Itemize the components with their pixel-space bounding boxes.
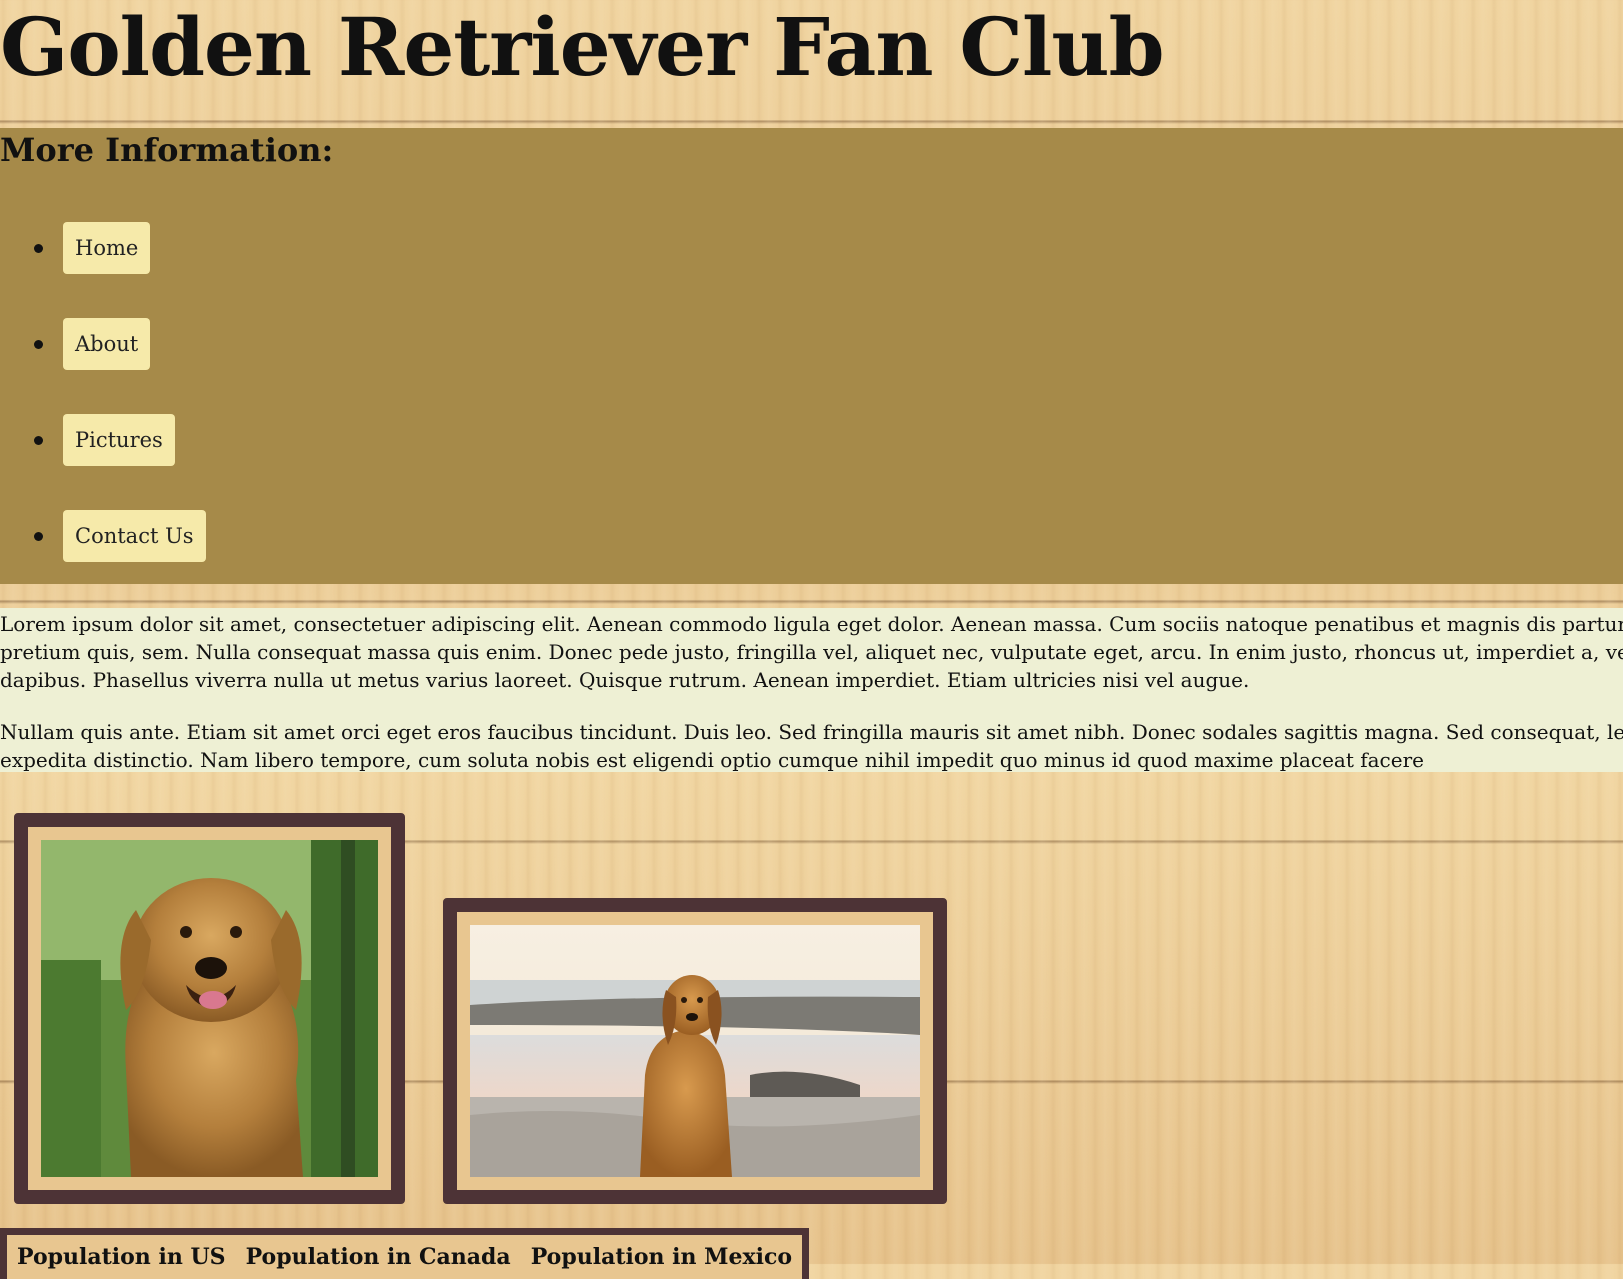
home-button[interactable]: Home: [63, 222, 150, 274]
site-title: Golden Retriever Fan Club: [0, 0, 1164, 102]
intro-paragraph-1-line: pretium quis, sem. Nulla consequat massa…: [0, 638, 1623, 666]
header-population-canada: Population in Canada: [236, 1232, 521, 1279]
bullet-icon: [34, 532, 43, 541]
pictures-button[interactable]: Pictures: [63, 414, 175, 466]
header-population-us: Population in US: [4, 1232, 236, 1279]
population-table: Population in US Population in Canada Po…: [0, 1228, 809, 1279]
header-population-mexico: Population in Mexico: [521, 1232, 806, 1279]
intro-paragraph-2-line: Nullam quis ante. Etiam sit amet orci eg…: [0, 718, 1623, 746]
intro-text: Lorem ipsum dolor sit amet, consectetuer…: [0, 608, 1623, 772]
nav-heading: More Information:: [0, 128, 333, 172]
photo-frame-forest: [14, 813, 405, 1204]
table-header-row: Population in US Population in Canada Po…: [4, 1232, 806, 1279]
about-button[interactable]: About: [63, 318, 150, 370]
golden-retriever-beach-photo: [470, 925, 920, 1177]
golden-retriever-forest-photo: [41, 840, 378, 1177]
intro-paragraph-1-line: dapibus. Phasellus viverra nulla ut metu…: [0, 666, 1249, 694]
bullet-icon: [34, 244, 43, 253]
contact-us-button[interactable]: Contact Us: [63, 510, 206, 562]
intro-paragraph-1-line: Lorem ipsum dolor sit amet, consectetuer…: [0, 610, 1623, 638]
intro-paragraph-2-line: expedita distinctio. Nam libero tempore,…: [0, 746, 1424, 772]
bullet-icon: [34, 340, 43, 349]
bullet-icon: [34, 436, 43, 445]
more-info-nav: More Information: Home About Pictures Co…: [0, 128, 1623, 584]
photo-frame-beach: [443, 898, 947, 1204]
